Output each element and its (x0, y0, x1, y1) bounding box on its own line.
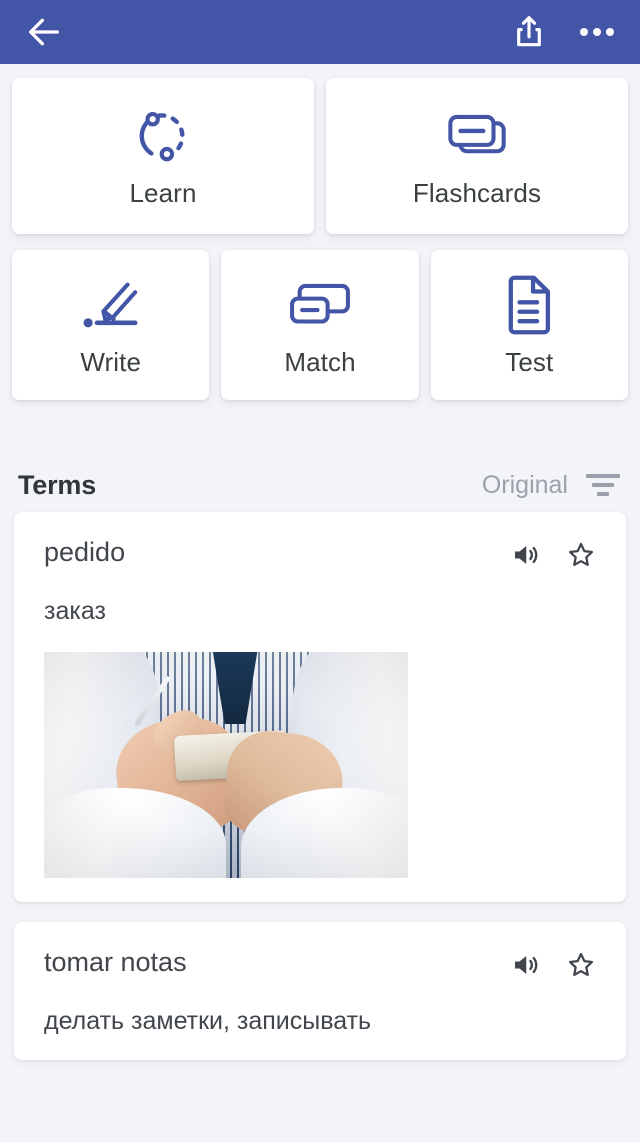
term-actions (510, 538, 596, 570)
card-accent-bar (328, 232, 626, 241)
match-cards-icon (287, 273, 353, 337)
study-mode-label: Learn (129, 177, 197, 208)
study-modes-grid: Learn Flashcards Write Match Test (0, 64, 640, 407)
card-accent-bar (14, 398, 208, 407)
test-document-icon (502, 273, 556, 337)
sort-bar (592, 483, 614, 487)
term-actions (510, 948, 596, 980)
term-card[interactable]: tomar notas делать заметки, записывать (14, 922, 626, 1060)
term-word: tomar notas (44, 947, 187, 977)
study-mode-label: Write (80, 346, 142, 377)
share-button[interactable] (510, 13, 578, 51)
study-modes-row-2: Write Match Test (12, 250, 628, 407)
speaker-icon (515, 956, 538, 974)
app-header (0, 0, 640, 64)
audio-button[interactable] (510, 950, 540, 980)
sort-bar (586, 474, 620, 478)
more-options-button[interactable] (578, 13, 616, 51)
study-mode-label: Match (284, 346, 356, 377)
term-word: pedido (44, 537, 126, 567)
more-dot (606, 28, 614, 36)
write-pencil-icon (79, 273, 143, 337)
more-dot (580, 28, 588, 36)
study-mode-label: Test (505, 346, 554, 377)
study-mode-write[interactable]: Write (12, 250, 210, 407)
star-button[interactable] (566, 950, 596, 980)
terms-header: Terms Original (0, 416, 640, 512)
more-dot (593, 28, 601, 36)
sort-filter-icon[interactable] (584, 470, 622, 500)
image-vignette (44, 652, 408, 878)
study-mode-label: Flashcards (412, 177, 542, 208)
back-button[interactable] (24, 12, 64, 52)
study-mode-flashcards[interactable]: Flashcards (326, 78, 628, 241)
star-outline-icon (569, 952, 593, 976)
speaker-icon (515, 546, 538, 564)
terms-list: pedido заказ tomar notas делать заметки,… (0, 512, 640, 1060)
study-mode-match[interactable]: Match (221, 250, 419, 407)
term-card[interactable]: pedido заказ (14, 512, 626, 902)
study-modes-row-1: Learn Flashcards (12, 78, 628, 241)
term-image[interactable] (44, 652, 408, 878)
study-mode-test[interactable]: Test (430, 250, 628, 407)
term-card-header: tomar notas (44, 947, 596, 980)
page-title: Terms (18, 469, 97, 500)
app-screen: Learn Flashcards Write Match Test Terms … (0, 0, 640, 1142)
card-accent-bar (14, 232, 312, 241)
audio-button[interactable] (510, 540, 540, 570)
back-arrow-icon (29, 18, 59, 46)
term-card-header: pedido (44, 537, 596, 570)
star-outline-icon (569, 542, 593, 566)
learn-circle-icon (132, 104, 194, 168)
study-mode-learn[interactable]: Learn (12, 78, 314, 241)
term-definition: делать заметки, записывать (44, 1007, 372, 1035)
flashcards-stack-icon (444, 104, 510, 168)
card-accent-bar (223, 398, 417, 407)
card-accent-bar (432, 398, 626, 407)
star-button[interactable] (566, 540, 596, 570)
sort-bar (597, 492, 609, 496)
sort-order-label[interactable]: Original (482, 471, 568, 500)
share-icon (517, 16, 541, 47)
term-definition: заказ (44, 597, 106, 625)
